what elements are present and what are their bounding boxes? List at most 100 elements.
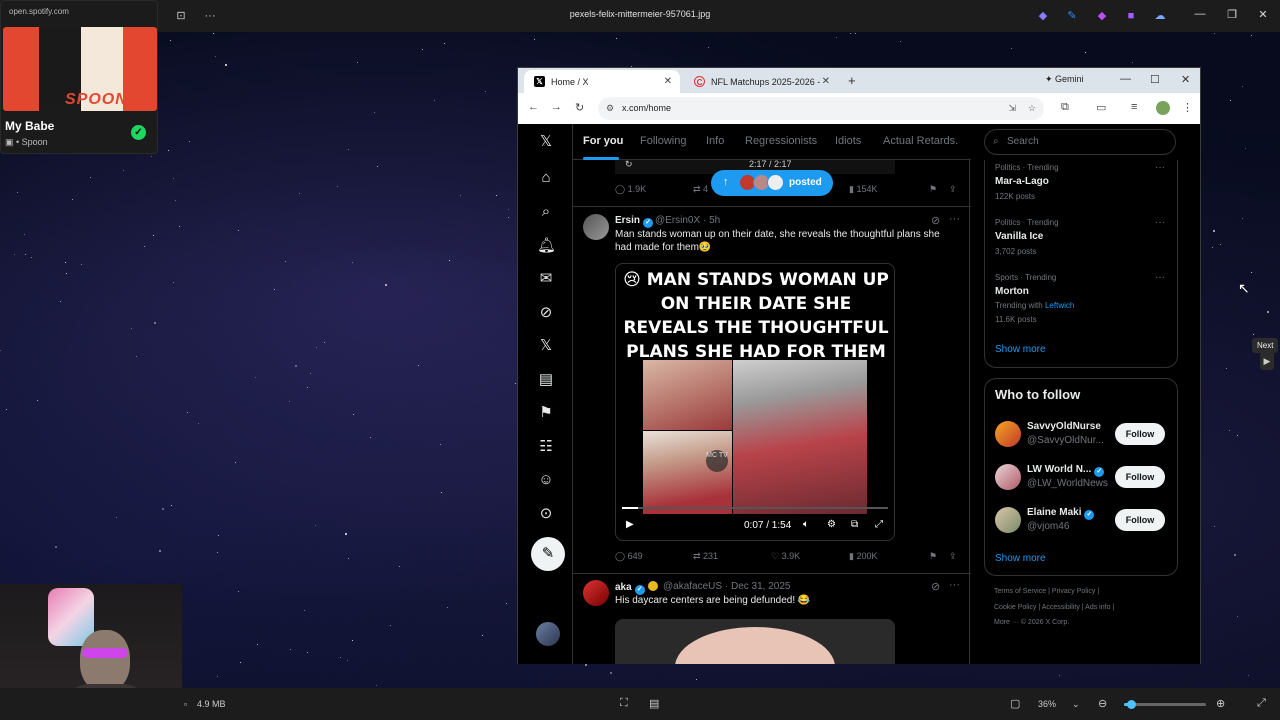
settings-gear-icon[interactable]: ⚙ <box>827 519 836 530</box>
messages-envelope-icon[interactable]: ✉ <box>537 270 555 288</box>
suggested-user-name[interactable]: Elaine Maki ✓ <box>1027 507 1095 520</box>
tab-actual-retards[interactable]: Actual Retards. <box>883 135 958 147</box>
savvyoldnurse-avatar[interactable] <box>995 421 1021 447</box>
reply-count[interactable]: ◯ 1.9K <box>615 184 646 195</box>
zoom-slider-thumb[interactable] <box>1126 700 1136 709</box>
bookmarks-icon[interactable]: ⚑ <box>537 404 555 422</box>
edit-icon[interactable]: ✎ <box>1065 9 1079 23</box>
trend-name[interactable]: Vanilla Ice <box>995 231 1043 242</box>
spotify-miniplayer[interactable]: open.spotify.com SPOON My Babe ▣ • Spoon… <box>0 0 158 154</box>
clipchamp-icon[interactable]: ■ <box>1124 9 1138 23</box>
trend-name[interactable]: Morton <box>995 286 1029 297</box>
communities-icon[interactable]: ☷ <box>537 438 555 456</box>
author-handle[interactable]: @akafaceUS · Dec 31, 2025 <box>663 581 790 592</box>
gemini-button[interactable]: ✦ Gemini <box>1045 74 1084 85</box>
text-detect-icon[interactable]: ▤ <box>649 697 659 710</box>
forward-icon[interactable]: → <box>551 101 562 113</box>
zoom-out-icon[interactable]: ⊖ <box>1098 697 1107 710</box>
crop-icon[interactable]: ⛶ <box>620 697 628 710</box>
next-arrow-icon[interactable]: ▶ <box>1260 352 1274 370</box>
footer-links-row3[interactable]: More ··· © 2026 X Corp. <box>994 619 1069 626</box>
site-info-icon[interactable]: ⚙ <box>606 97 614 120</box>
author-handle[interactable]: @Ersin0X · 5h <box>655 215 720 226</box>
view-count[interactable]: ▮ 154K <box>849 184 877 195</box>
zoom-in-icon[interactable]: ⊕ <box>1216 697 1225 710</box>
account-avatar[interactable] <box>536 622 560 646</box>
grok-analyze-icon[interactable]: ⊘ <box>931 580 940 593</box>
who-to-follow-show-more[interactable]: Show more <box>995 553 1046 564</box>
tab-close-icon[interactable]: ✕ <box>822 76 830 87</box>
premium-x-icon[interactable]: 𝕏 <box>537 337 555 355</box>
notifications-bell-icon[interactable]: 🔔︎ <box>537 237 556 255</box>
tab-close-icon[interactable]: ✕ <box>664 76 672 87</box>
grok-analyze-icon[interactable]: ⊘ <box>931 214 940 227</box>
video-progress-bar[interactable] <box>622 507 888 509</box>
browser-close-icon[interactable]: ✕ <box>1181 73 1190 86</box>
menu-kebab-icon[interactable]: ⋮ <box>1182 101 1193 114</box>
view-count[interactable]: ▮ 200K <box>849 551 877 562</box>
reply-count[interactable]: ◯ 649 <box>615 551 643 562</box>
trends-show-more[interactable]: Show more <box>995 344 1046 355</box>
new-tab-icon[interactable]: + <box>848 73 856 88</box>
post-image[interactable] <box>615 619 895 664</box>
bookmark-icon[interactable]: ⚑ <box>929 551 937 562</box>
pip-icon[interactable]: ⧉ <box>851 519 858 530</box>
home-icon[interactable]: ⌂ <box>537 169 555 187</box>
address-bar[interactable]: ⚙ x.com/home ⇲ ☆ <box>598 97 1044 120</box>
browser-minimize-icon[interactable]: — <box>1120 73 1131 85</box>
saved-check-icon[interactable]: ✓ <box>131 125 146 140</box>
profile-icon[interactable]: ☺ <box>537 471 555 489</box>
fullscreen-expand-icon[interactable]: ⤢ <box>1257 697 1266 710</box>
tab-for-you[interactable]: For you <box>583 135 623 147</box>
lwworldnews-avatar[interactable] <box>995 464 1021 490</box>
search-input[interactable]: ⌕ Search <box>984 129 1176 155</box>
footer-links-row2[interactable]: Cookie Policy | Accessibility | Ads info… <box>994 604 1114 611</box>
trend-more-icon[interactable]: ··· <box>1155 162 1165 173</box>
replay-icon[interactable]: ↻ <box>625 159 633 170</box>
repost-count[interactable]: ⇄ 4 <box>693 184 708 195</box>
lists-icon[interactable]: ▤ <box>537 371 555 389</box>
tab-nfl-matchups[interactable]: C NFL Matchups 2025-2026 - Tod ✕ <box>684 70 838 93</box>
tab-regressionists[interactable]: Regressionists <box>745 135 817 147</box>
author-name[interactable]: Ersin ✓ <box>615 215 654 228</box>
tab-idiots[interactable]: Idiots <box>835 135 861 147</box>
profile-avatar[interactable] <box>1156 101 1170 115</box>
install-icon[interactable]: ⇲ <box>1008 97 1016 120</box>
zoom-dropdown-icon[interactable]: ⌄ <box>1072 699 1080 710</box>
share-icon[interactable]: ⇪ <box>949 184 957 195</box>
elainemaki-avatar[interactable] <box>995 507 1021 533</box>
grok-icon[interactable]: ⊘ <box>537 304 555 322</box>
trend-with-link[interactable]: Leftwich <box>1045 301 1074 310</box>
fullscreen-icon[interactable]: ⤢ <box>875 519 883 530</box>
tab-home-x[interactable]: 𝕏 Home / X ✕ <box>524 70 680 93</box>
onedrive-icon[interactable]: ☁ <box>1153 9 1167 23</box>
aka-avatar[interactable] <box>583 580 609 606</box>
x-logo-icon[interactable]: 𝕏 <box>537 133 555 151</box>
copilot-icon[interactable]: ◆ <box>1036 9 1050 23</box>
more-circle-icon[interactable]: ⊙ <box>537 505 555 523</box>
suggested-user-name[interactable]: LW World N... ✓ <box>1027 464 1105 477</box>
suggested-user-name[interactable]: SavvyOldNurse <box>1027 421 1101 432</box>
compose-post-button[interactable]: ✎ <box>531 537 565 571</box>
minimize-icon[interactable]: — <box>1192 8 1208 20</box>
tab-info[interactable]: Info <box>706 135 724 147</box>
designer-icon[interactable]: ◆ <box>1095 9 1109 23</box>
author-name[interactable]: aka ✓ <box>615 581 658 595</box>
zoom-slider[interactable] <box>1124 700 1206 709</box>
follow-button[interactable]: Follow <box>1115 509 1165 531</box>
share-icon[interactable]: ⇪ <box>949 551 957 562</box>
fit-window-icon[interactable]: ▢ <box>1010 697 1020 710</box>
trend-more-icon[interactable]: ··· <box>1155 272 1165 283</box>
trend-name[interactable]: Mar-a-Lago <box>995 176 1049 187</box>
ersin-avatar[interactable] <box>583 214 609 240</box>
repost-count[interactable]: ⇄ 231 <box>693 551 718 562</box>
play-icon[interactable]: ▶ <box>626 519 634 530</box>
maximize-icon[interactable]: ❐ <box>1224 8 1240 21</box>
sidepanel-icon[interactable]: ▭ <box>1096 101 1106 114</box>
new-posts-pill[interactable]: ↑ posted <box>711 170 833 196</box>
explore-search-icon[interactable]: ⌕ <box>537 203 555 221</box>
bookmark-icon[interactable]: ⚑ <box>929 184 937 195</box>
more-options-icon[interactable]: ··· <box>949 213 960 225</box>
browser-maximize-icon[interactable]: ☐ <box>1150 73 1160 86</box>
close-icon[interactable]: ✕ <box>1255 8 1271 21</box>
